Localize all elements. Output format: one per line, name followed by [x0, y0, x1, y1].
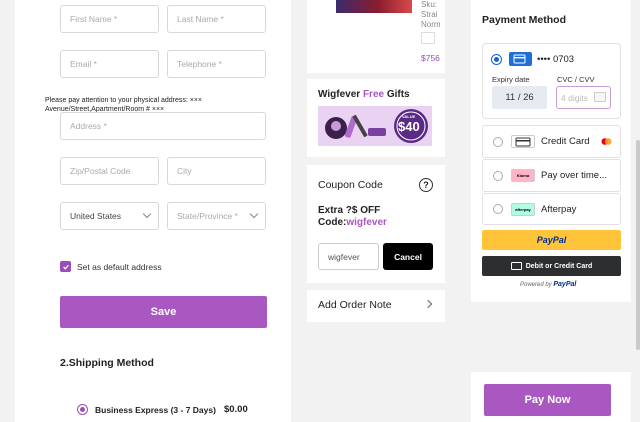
banner-value: $40 — [398, 119, 420, 134]
radio-unselected-icon — [493, 170, 503, 181]
address-input[interactable]: Address * — [60, 112, 266, 140]
card-brand-icon — [509, 52, 532, 66]
checkbox-checked-icon — [60, 261, 71, 272]
default-address-label: Set as default address — [77, 261, 162, 272]
state-select[interactable]: State/Province * — [167, 202, 266, 230]
radio-selected-icon — [77, 404, 88, 415]
shipping-option-price: $0.00 — [223, 404, 248, 415]
payment-method-title: Payment Method — [482, 14, 567, 26]
powered-by-paypal: Powered by PayPal — [520, 281, 577, 288]
product-image[interactable] — [336, 0, 412, 13]
product-thumbnail — [421, 32, 435, 44]
shipping-option-label: Business Express (3 - 7 Days) — [95, 404, 216, 415]
payment-option-afterpay[interactable]: afterpay Afterpay — [482, 193, 621, 225]
paypal-button[interactable]: PayPal — [482, 230, 621, 250]
order-note-label: Add Order Note — [318, 299, 392, 311]
debit-credit-label: Debit or Credit Card — [525, 262, 593, 270]
email-input[interactable]: Email * — [60, 50, 159, 78]
chevron-down-icon — [249, 209, 259, 219]
question-circle-icon[interactable]: ? — [419, 178, 433, 192]
saved-card-number: •••• 0703 — [537, 54, 575, 65]
cancel-coupon-button[interactable]: Cancel — [383, 243, 433, 270]
cvc-card-icon — [594, 92, 606, 102]
radio-unselected-icon — [493, 136, 503, 147]
expiry-input[interactable]: 11 / 26 — [492, 86, 547, 109]
card-icon — [510, 262, 522, 270]
state-placeholder: State/Province * — [177, 211, 238, 221]
product-price: $756 — [421, 53, 440, 63]
credit-card-icon — [511, 135, 535, 148]
payment-option-label: Credit Card — [541, 136, 590, 147]
cvc-placeholder: 4 digits — [561, 92, 588, 103]
pay-now-button[interactable]: Pay Now — [484, 384, 611, 416]
gifts-title: Wigfever Free Gifts — [318, 89, 410, 100]
coupon-title: Coupon Code — [318, 179, 383, 191]
shipping-option[interactable]: Business Express (3 - 7 Days) $0.00 — [77, 404, 248, 415]
radio-selected-icon — [491, 54, 502, 65]
last-name-input[interactable]: Last Name * — [167, 5, 266, 33]
coupon-offer: Extra ?$ OFF Code:wigfever — [318, 205, 387, 229]
paypal-label: PayPal — [536, 235, 567, 245]
mastercard-icon — [601, 137, 612, 146]
country-select[interactable]: United States — [60, 202, 159, 230]
default-address-checkbox[interactable]: Set as default address — [60, 261, 162, 272]
shipping-method-title: 2.Shipping Method — [60, 357, 154, 369]
coupon-offer-code-line: Code:wigfever — [318, 217, 387, 228]
payment-option-label: Pay over time... — [541, 170, 607, 181]
debit-credit-button[interactable]: Debit or Credit Card — [482, 256, 621, 276]
payment-option-klarna[interactable]: Klarna Pay over time... — [482, 159, 621, 192]
city-input[interactable]: City — [167, 157, 266, 185]
payment-option-credit-card[interactable]: Credit Card — [482, 125, 621, 158]
page-scrollbar-thumb[interactable] — [636, 140, 640, 350]
coupon-offer-line: Extra ?$ OFF — [318, 205, 381, 216]
cvc-label: CVC / CVV — [557, 75, 595, 84]
product-description: Sku: Strai Norm — [421, 0, 441, 29]
payment-option-label: Afterpay — [541, 203, 577, 215]
country-value: United States — [70, 211, 122, 221]
coupon-input[interactable]: wigfever — [318, 243, 379, 270]
first-name-input[interactable]: First Name * — [60, 5, 159, 33]
klarna-logo: Klarna — [511, 169, 535, 182]
afterpay-logo: afterpay — [511, 202, 535, 216]
chevron-down-icon — [142, 209, 152, 219]
gifts-banner[interactable]: VALUE $40 — [318, 106, 432, 146]
expiry-label: Expiry date — [492, 75, 530, 84]
checkout-page: First Name * Last Name * Email * Telepho… — [0, 0, 640, 422]
telephone-input[interactable]: Telephone * — [167, 50, 266, 78]
cvc-input[interactable]: 4 digits — [556, 86, 611, 109]
save-button[interactable]: Save — [60, 296, 267, 328]
radio-unselected-icon — [493, 204, 503, 214]
zip-input[interactable]: Zip/Postal Code — [60, 157, 159, 185]
